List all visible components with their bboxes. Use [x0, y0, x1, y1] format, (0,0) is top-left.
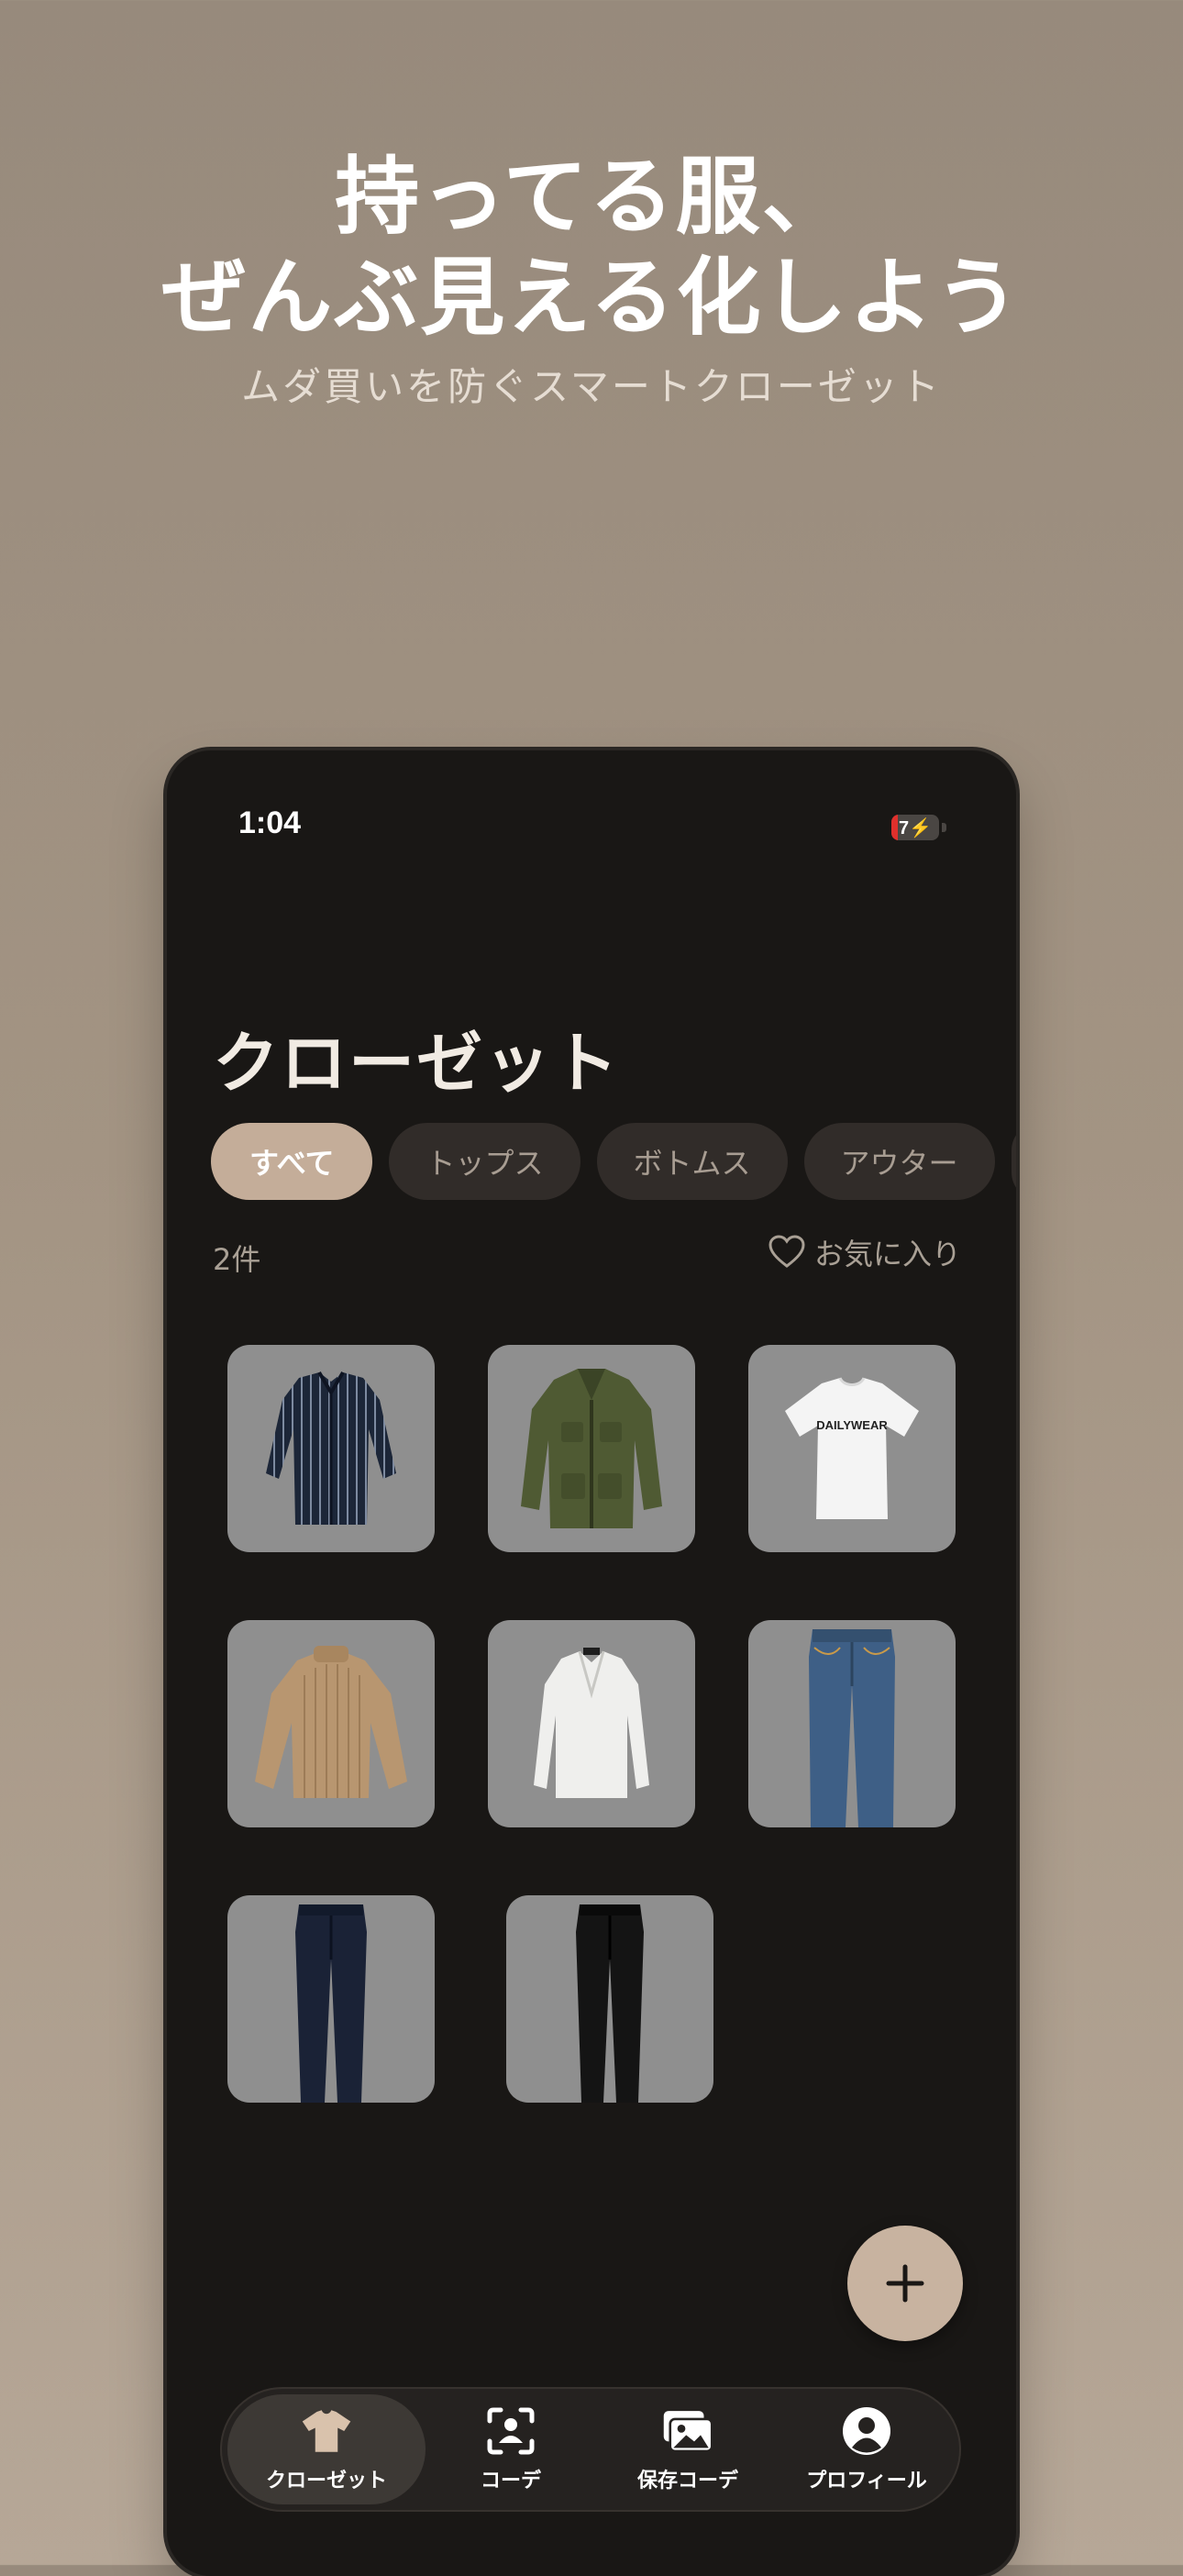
status-time: 1:04: [238, 805, 302, 840]
white-tshirt-image: DAILYWEAR: [785, 1377, 919, 1519]
battery-nub: [942, 823, 946, 832]
page-title: クローゼット: [213, 1025, 621, 1102]
chip-overflow[interactable]: [1011, 1123, 1016, 1200]
person-scan-icon: [485, 2405, 536, 2457]
tab-coordinate-label: コーデ: [480, 2470, 541, 2493]
tab-closet[interactable]: クローゼット: [227, 2394, 426, 2504]
blue-jeans-image: [809, 1629, 895, 1827]
filter-chips: すべて トップス ボトムス アウター: [211, 1123, 1016, 1200]
olive-jacket-image: [521, 1369, 662, 1528]
beige-sweater-image: [255, 1646, 407, 1798]
phone-screen: 1:04 7⚡ クローゼット すべて トップス ボトムス アウター 2件 お気に…: [167, 750, 1016, 2576]
item-blue-jeans[interactable]: [748, 1620, 956, 1827]
favorites-label: お気に入り: [813, 1237, 961, 1271]
item-striped-shirt[interactable]: [227, 1345, 435, 1552]
tab-coordinate[interactable]: コーデ: [426, 2394, 596, 2504]
battery-percent: 7⚡: [898, 817, 933, 838]
item-navy-trousers[interactable]: [227, 1895, 435, 2103]
plus-icon: [886, 2264, 924, 2303]
tab-saved-coordinate-label: 保存コーデ: [636, 2470, 738, 2493]
hero-title-line1: 持ってる服、: [335, 148, 848, 246]
battery-icon: 7⚡: [891, 815, 939, 840]
navy-trousers-image: [295, 1904, 367, 2103]
tshirt-print: DAILYWEAR: [816, 1418, 888, 1432]
battery-level: [891, 815, 898, 840]
striped-shirt-image: [266, 1371, 396, 1525]
add-item-button[interactable]: [847, 2226, 963, 2341]
item-olive-jacket[interactable]: [488, 1345, 695, 1552]
white-blouse-image: [534, 1648, 649, 1798]
chip-tops[interactable]: トップス: [389, 1123, 580, 1200]
hero-title: 持ってる服、 ぜんぶ見える化しよう: [0, 147, 1183, 349]
hero-subtitle: ムダ買いを防ぐスマートクローゼット: [241, 364, 942, 409]
tab-saved-coordinate[interactable]: 保存コーデ: [596, 2394, 779, 2504]
item-black-trousers[interactable]: [506, 1895, 713, 2103]
chip-all[interactable]: すべて: [211, 1123, 373, 1200]
profile-icon: [841, 2405, 892, 2457]
item-beige-sweater[interactable]: [227, 1620, 435, 1827]
item-white-tshirt[interactable]: DAILYWEAR: [748, 1345, 956, 1552]
item-white-blouse[interactable]: [488, 1620, 695, 1827]
tab-closet-label: クローゼット: [265, 2470, 387, 2493]
hero-title-line2: ぜんぶ見える化しよう: [161, 249, 1022, 347]
item-count: 2件: [213, 1242, 261, 1277]
chip-bottoms[interactable]: ボトムス: [596, 1123, 788, 1200]
favorites-filter[interactable]: お気に入り: [768, 1231, 961, 1273]
tab-profile-label: プロフィール: [806, 2470, 927, 2493]
heart-icon: [768, 1235, 805, 1270]
tshirt-icon: [301, 2405, 352, 2457]
tab-profile[interactable]: プロフィール: [779, 2394, 954, 2504]
tab-bar: クローゼット コーデ 保存コーデ プロフィール: [220, 2387, 961, 2512]
chip-outer[interactable]: アウター: [803, 1123, 995, 1200]
black-trousers-image: [576, 1904, 644, 2103]
photos-icon: [662, 2405, 713, 2457]
